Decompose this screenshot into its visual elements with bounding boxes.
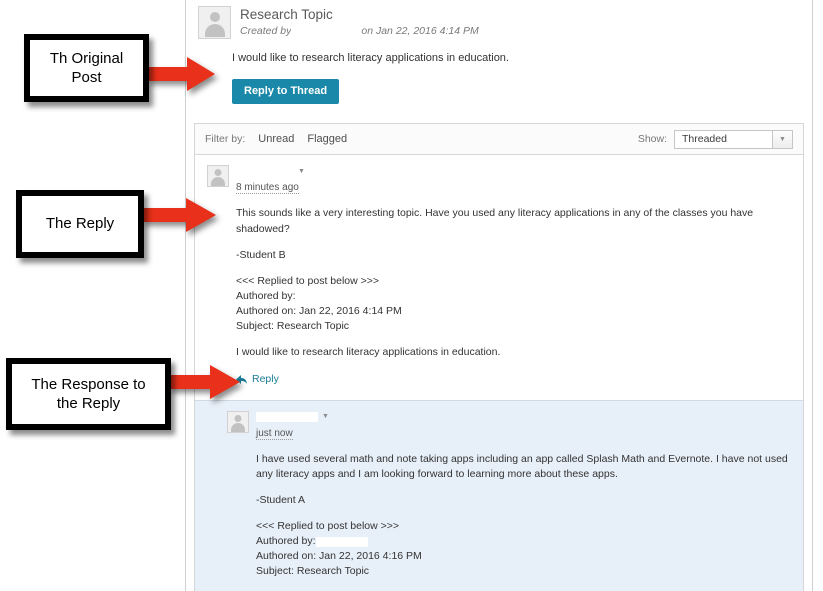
created-by-label: Created by (240, 25, 291, 37)
post-message: I have used several math and note taking… (256, 452, 791, 482)
thread-post-response: ▼ just now I have used several math and … (195, 400, 803, 591)
post-author-line: ▼ (236, 165, 305, 177)
created-on-text: on Jan 22, 2016 4:14 PM (361, 25, 478, 37)
discussion-board-panel: Research Topic Created by on Jan 22, 2016… (185, 0, 813, 591)
filter-flagged-link[interactable]: Flagged (307, 133, 347, 145)
annotation-callout-response-to-reply: The Response to the Reply (6, 358, 171, 430)
filter-group: Filter by: Unread Flagged (205, 133, 347, 145)
post-header-text: ▼ just now (256, 411, 329, 441)
annotation-arrow-reply (142, 198, 216, 232)
quoted-post: <<< Replied to post below >>> Authored b… (236, 274, 791, 334)
original-post: Research Topic Created by on Jan 22, 2016… (186, 0, 812, 112)
quote-subject: Subject: Research Topic (256, 564, 791, 579)
post-timestamp[interactable]: 8 minutes ago (236, 182, 299, 194)
thread-title: Research Topic (240, 7, 479, 23)
original-post-body: I would like to research literacy applic… (232, 51, 800, 66)
quote-authored-on: Authored on: Jan 22, 2016 4:14 PM (236, 304, 791, 319)
filter-by-label: Filter by: (205, 133, 245, 145)
post-timestamp[interactable]: just now (256, 428, 293, 440)
screenshot-root: Th Original Post The Reply The Response … (0, 0, 823, 591)
show-label: Show: (638, 133, 667, 145)
reply-to-thread-button[interactable]: Reply to Thread (232, 79, 339, 104)
user-avatar-icon (207, 165, 229, 187)
user-avatar-icon (198, 6, 231, 39)
post-message: This sounds like a very interesting topi… (236, 206, 791, 236)
quote-text: I would like to research literacy applic… (236, 345, 791, 360)
redacted-author-name (291, 26, 361, 36)
quote-authored-by-label: Authored by: (236, 290, 296, 302)
post-body: This sounds like a very interesting topi… (236, 206, 791, 389)
redacted-author-name (236, 166, 294, 176)
quote-authored-on: Authored on: Jan 22, 2016 4:16 PM (256, 549, 791, 564)
quoted-post: <<< Replied to post below >>> Authored b… (256, 519, 791, 579)
post-header-text: ▼ 8 minutes ago (236, 165, 305, 195)
thread-meta: Created by on Jan 22, 2016 4:14 PM (240, 25, 479, 37)
thread-toolbar: Filter by: Unread Flagged Show: Threaded… (194, 123, 804, 154)
annotation-label-reply: The Reply (40, 214, 120, 233)
annotation-arrow-original-post (147, 57, 215, 91)
quote-authored-by: Authored by: (256, 534, 791, 549)
post-body: I have used several math and note taking… (256, 452, 791, 591)
annotation-callout-original-post: Th Original Post (24, 34, 149, 102)
redacted-author-name (256, 412, 318, 422)
annotation-callout-reply: The Reply (16, 190, 144, 258)
show-mode-select[interactable]: Threaded ▼ (674, 130, 793, 149)
post-signature: -Student B (236, 248, 791, 263)
quote-header: <<< Replied to post below >>> (256, 519, 791, 534)
quote-subject: Subject: Research Topic (236, 319, 791, 334)
post-header: ▼ 8 minutes ago (207, 165, 791, 195)
quote-authored-by-label: Authored by: (256, 535, 316, 547)
thread-list: ▼ 8 minutes ago This sounds like a very … (194, 154, 804, 591)
user-avatar-icon (227, 411, 249, 433)
chevron-down-icon[interactable]: ▼ (322, 413, 329, 420)
redacted-author-name (296, 291, 348, 301)
original-post-titles: Research Topic Created by on Jan 22, 2016… (240, 6, 479, 37)
quote-header: <<< Replied to post below >>> (236, 274, 791, 289)
post-signature: -Student A (256, 493, 791, 508)
reply-link-label: Reply (252, 372, 279, 387)
original-post-header: Research Topic Created by on Jan 22, 2016… (198, 6, 800, 39)
filter-unread-link[interactable]: Unread (258, 133, 294, 145)
post-author-line: ▼ (256, 411, 329, 423)
post-header: ▼ just now (227, 411, 791, 441)
annotation-label-original-post: Th Original Post (44, 49, 129, 87)
chevron-down-icon[interactable]: ▼ (298, 168, 305, 175)
redacted-author-name (316, 537, 368, 547)
quote-authored-by: Authored by: (236, 289, 791, 304)
show-group: Show: Threaded ▼ (638, 130, 793, 149)
chevron-down-icon: ▼ (772, 131, 792, 148)
annotation-arrow-response-to-reply (168, 365, 240, 399)
reply-link[interactable]: Reply (236, 372, 279, 387)
annotation-label-response-to-reply: The Response to the Reply (25, 375, 151, 413)
show-mode-value: Threaded (675, 133, 772, 145)
thread-post-reply: ▼ 8 minutes ago This sounds like a very … (195, 155, 803, 399)
